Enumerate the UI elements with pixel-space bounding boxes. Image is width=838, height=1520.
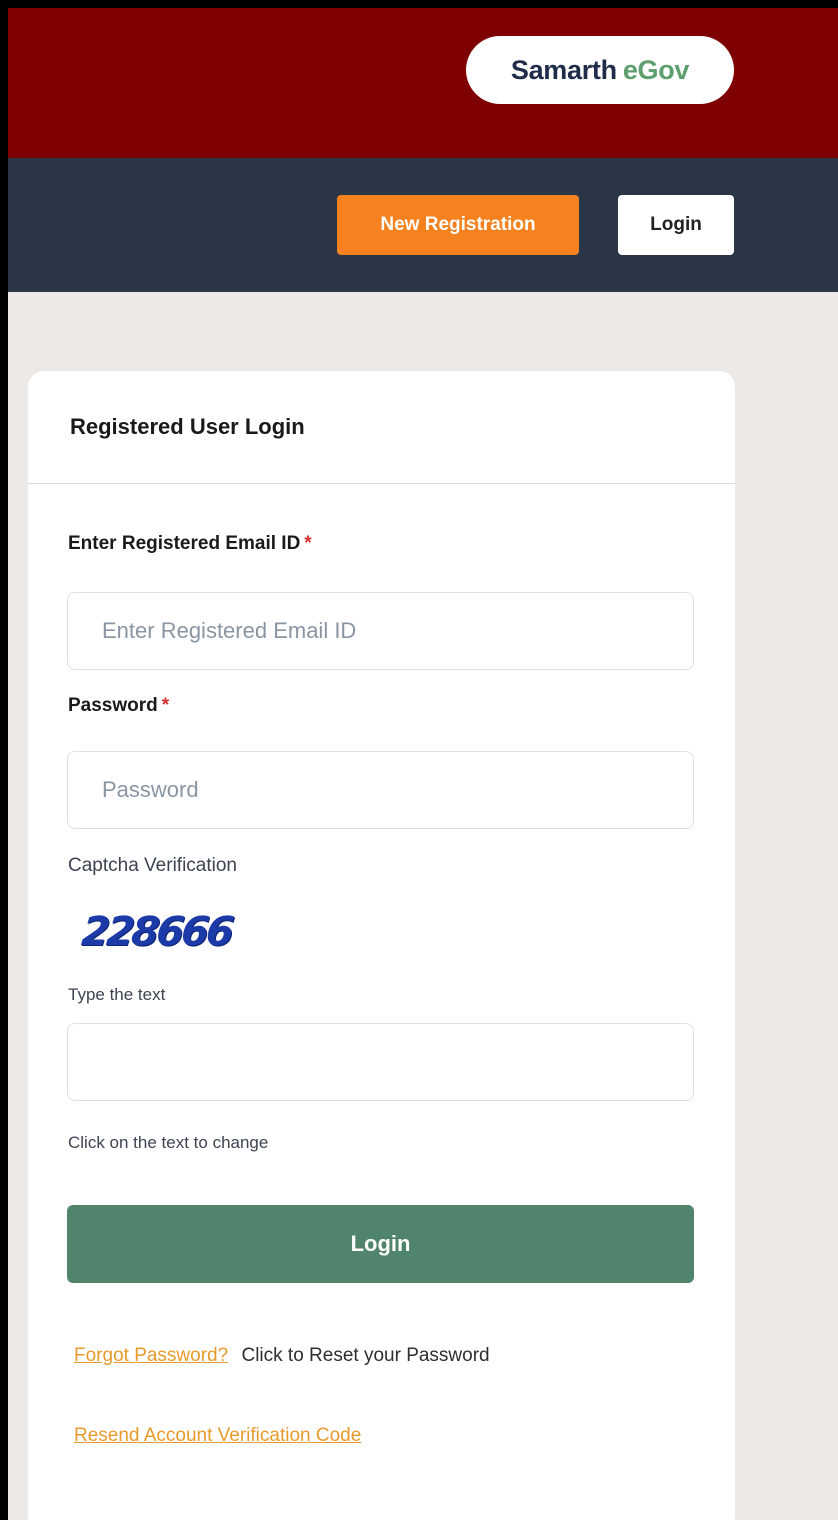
new-registration-button[interactable]: New Registration <box>337 195 579 255</box>
captcha-input-label: Type the text <box>68 985 166 1004</box>
captcha-image[interactable]: 228666 <box>79 909 282 969</box>
card-header: Registered User Login <box>28 371 735 484</box>
password-label: Password * <box>68 695 169 717</box>
resend-verification-link[interactable]: Resend Account Verification Code <box>74 1425 361 1446</box>
password-input[interactable] <box>67 751 694 829</box>
login-card: Registered User Login Enter Registered E… <box>28 371 735 1520</box>
password-required-mark: * <box>161 695 170 716</box>
nav-bar: New Registration Login <box>8 158 838 292</box>
captcha-code: 228666 <box>79 909 234 955</box>
captcha-hint: Click on the text to change <box>68 1133 269 1152</box>
brand-name-primary: Samarth <box>510 54 617 85</box>
email-label: Enter Registered Email ID * <box>68 533 312 555</box>
forgot-password-text: Click to Reset your Password <box>241 1345 490 1366</box>
top-header: Samarth eGov <box>8 8 838 158</box>
brand-name-secondary: eGov <box>622 54 690 85</box>
email-input[interactable] <box>67 592 694 670</box>
email-label-text: Enter Registered Email ID <box>68 533 301 554</box>
captcha-input[interactable] <box>67 1023 694 1101</box>
resend-row: Resend Account Verification Code <box>74 1425 361 1447</box>
forgot-password-row: Forgot Password? Click to Reset your Pas… <box>74 1345 490 1367</box>
captcha-heading: Captcha Verification <box>68 855 237 876</box>
email-required-mark: * <box>304 533 312 554</box>
password-label-text: Password <box>68 695 158 716</box>
brand-logo[interactable]: Samarth eGov <box>466 36 734 104</box>
page: Samarth eGov New Registration Login Regi… <box>8 8 838 1520</box>
card-title: Registered User Login <box>70 414 305 439</box>
nav-login-button[interactable]: Login <box>618 195 734 255</box>
forgot-password-link[interactable]: Forgot Password? <box>74 1345 228 1366</box>
login-submit-button[interactable]: Login <box>67 1205 694 1283</box>
